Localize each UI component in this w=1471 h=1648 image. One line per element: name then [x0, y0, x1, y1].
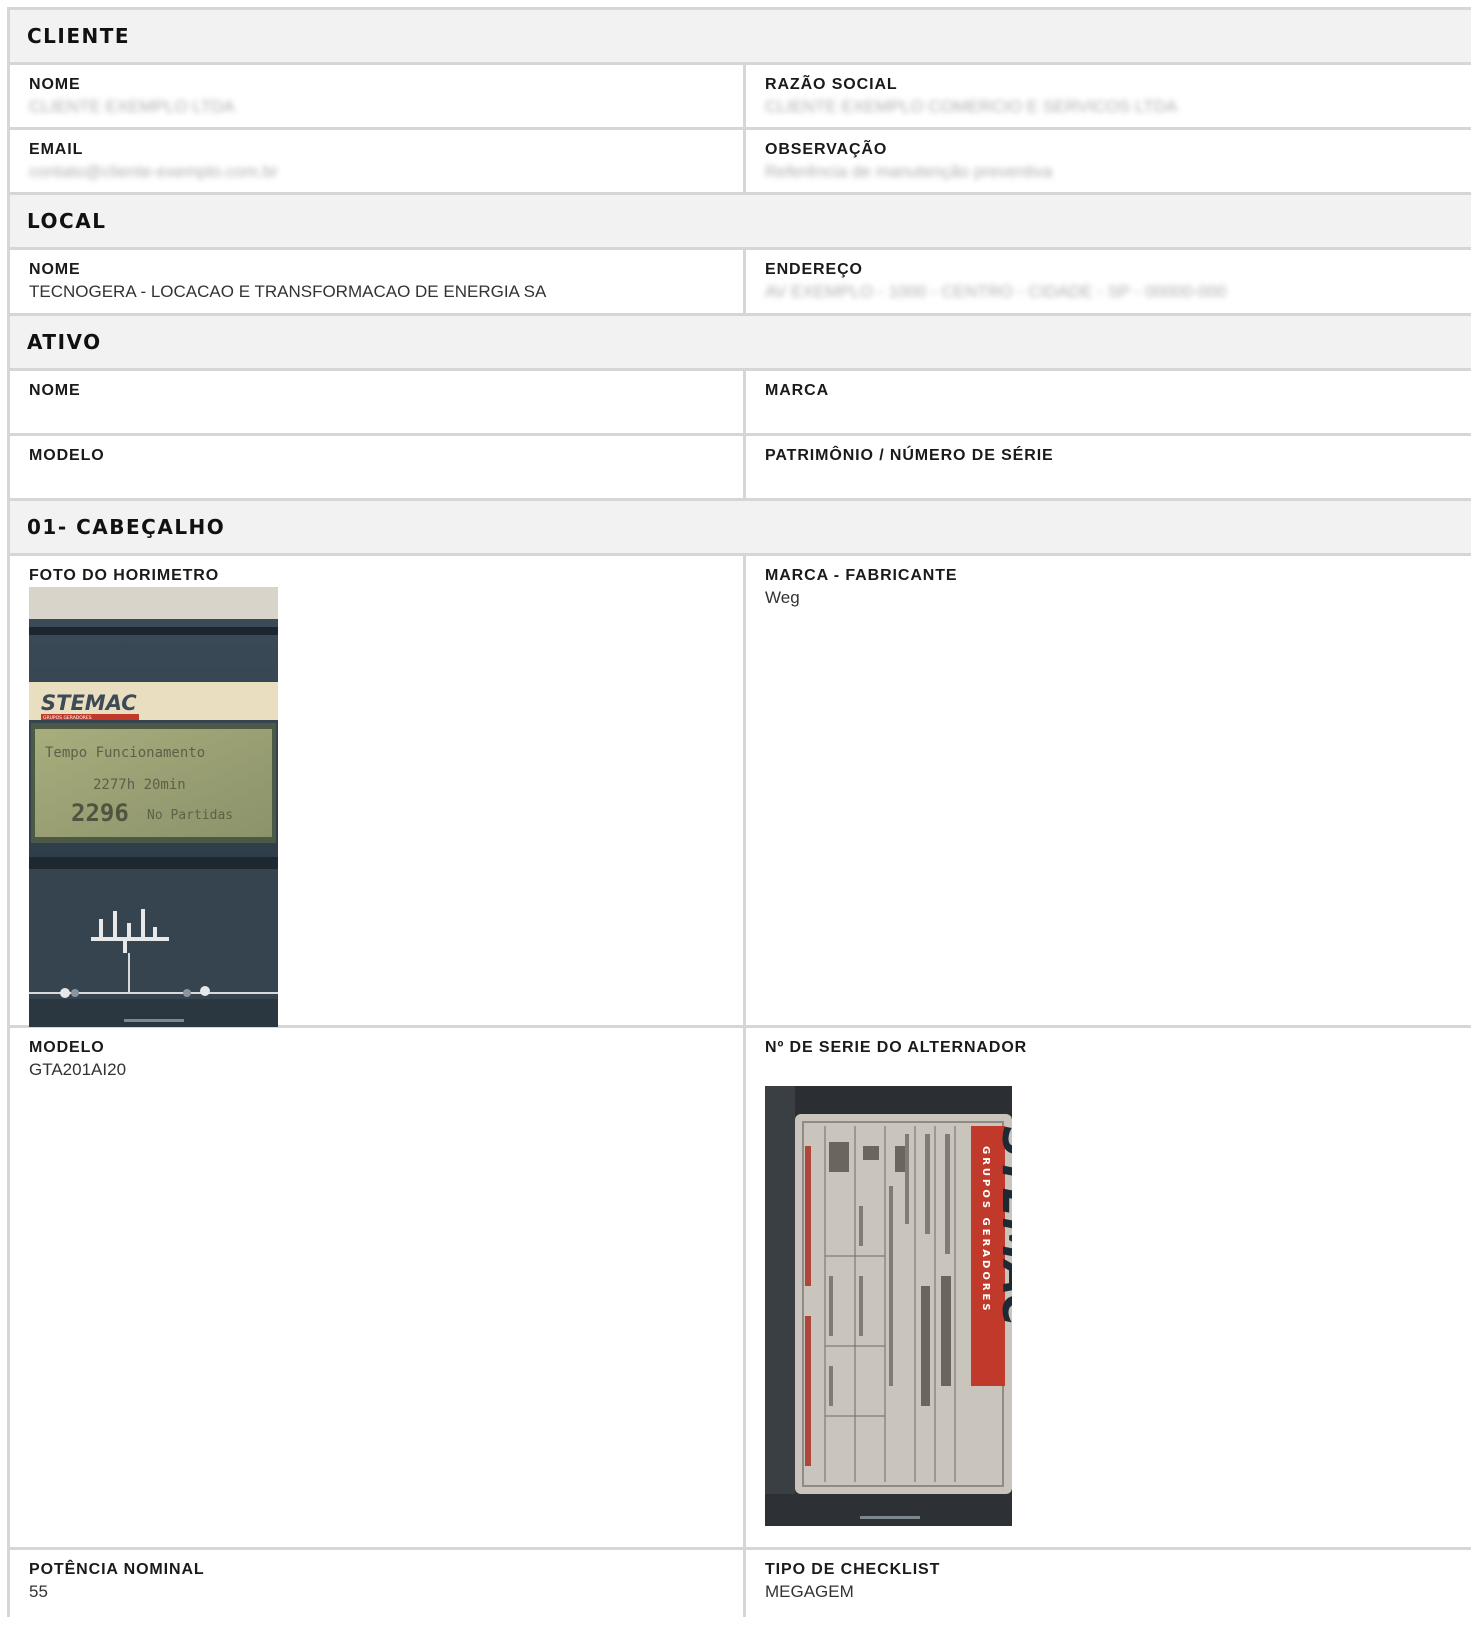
cliente-email-label: EMAIL — [29, 141, 84, 158]
ativo-marca-label: MARCA — [765, 382, 830, 399]
lcd-partidas-label: No Partidas — [147, 808, 233, 823]
cliente-razao-label: RAZÃO SOCIAL — [765, 76, 898, 93]
lcd-line-1: Tempo Funcionamento — [45, 745, 205, 761]
lcd-line-2: 2277h 20min — [93, 777, 186, 793]
checklist-report: CLIENTE NOME CLIENTE EXEMPLO LTDA RAZÃO … — [0, 0, 1471, 1648]
ativo-modelo-label: MODELO — [29, 447, 105, 464]
cliente-email-value: contato@cliente-exemplo.com.br — [29, 162, 278, 181]
plate-stemac-logo: STEMAC — [992, 1126, 1012, 1327]
serie-alternador-label: Nº DE SERIE DO ALTERNADOR — [765, 1039, 1028, 1056]
section-header-ativo: ATIVO — [7, 313, 1471, 368]
cliente-nome-value: CLIENTE EXEMPLO LTDA — [29, 97, 235, 116]
tipo-checklist-value: MEGAGEM — [765, 1582, 854, 1601]
tipo-checklist-label: TIPO DE CHECKLIST — [765, 1561, 941, 1578]
cabecalho-row-2: MODELO GTA201AI20 Nº DE SERIE DO ALTERNA… — [7, 1025, 1471, 1547]
section-header-cabecalho: 01- CABEÇALHO — [7, 498, 1471, 553]
local-endereco-value: AV EXEMPLO - 1000 - CENTRO - CIDADE - SP… — [765, 282, 1227, 301]
ativo-nome-cell: NOME — [7, 371, 743, 433]
modelo-label: MODELO — [29, 1039, 105, 1056]
foto-horimetro-label: FOTO DO HORIMETRO — [29, 567, 220, 584]
ativo-patrimonio-cell: PATRIMÔNIO / NÚMERO DE SÉRIE — [743, 436, 1471, 498]
serie-alternador-cell: Nº DE SERIE DO ALTERNADOR STEMAC GRUPOS … — [743, 1028, 1471, 1547]
local-nome-label: NOME — [29, 261, 81, 278]
modelo-cell: MODELO GTA201AI20 — [7, 1028, 743, 1547]
ativo-modelo-cell: MODELO — [7, 436, 743, 498]
hour-meter-photo[interactable]: STEMAC GRUPOS GERADORES Tempo Funcioname… — [29, 587, 743, 1027]
cliente-obs-cell: OBSERVAÇÃO Referência de manutenção prev… — [743, 130, 1471, 192]
svg-text:GRUPOS GERADORES: GRUPOS GERADORES — [43, 715, 92, 721]
potencia-value: 55 — [29, 1582, 48, 1601]
cabecalho-row-1: FOTO DO HORIMETRO STEMAC GRUPOS GERADORE… — [7, 553, 1471, 1027]
svg-text:GRUPOS GERADORES: GRUPOS GERADORES — [980, 1146, 991, 1314]
section-header-local: LOCAL — [7, 192, 1471, 247]
report-frame: CLIENTE NOME CLIENTE EXEMPLO LTDA RAZÃO … — [7, 7, 1471, 1617]
foto-horimetro-cell: FOTO DO HORIMETRO STEMAC GRUPOS GERADORE… — [7, 556, 743, 1027]
marca-fabricante-value: Weg — [765, 588, 800, 607]
cliente-razao-cell: RAZÃO SOCIAL CLIENTE EXEMPLO COMERCIO E … — [743, 65, 1471, 127]
marca-fabricante-label: MARCA - FABRICANTE — [765, 567, 958, 584]
cliente-row-2: EMAIL contato@cliente-exemplo.com.br OBS… — [7, 127, 1471, 192]
alternator-plate-photo[interactable]: STEMAC GRUPOS GERADORES — [765, 1086, 1471, 1526]
stemac-logo: STEMAC — [41, 691, 137, 715]
ativo-row-1: NOME MARCA — [7, 368, 1471, 433]
local-endereco-label: ENDEREÇO — [765, 261, 863, 278]
ativo-row-2: MODELO PATRIMÔNIO / NÚMERO DE SÉRIE — [7, 433, 1471, 498]
local-nome-value: TECNOGERA - LOCACAO E TRANSFORMACAO DE E… — [29, 282, 547, 301]
lcd-partidas-count: 2296 — [71, 799, 129, 827]
potencia-label: POTÊNCIA NOMINAL — [29, 1561, 205, 1578]
ativo-patrimonio-label: PATRIMÔNIO / NÚMERO DE SÉRIE — [765, 447, 1054, 464]
potencia-cell: POTÊNCIA NOMINAL 55 — [7, 1550, 743, 1617]
cliente-obs-value: Referência de manutenção preventiva — [765, 162, 1053, 181]
marca-fabricante-cell: MARCA - FABRICANTE Weg — [743, 556, 1471, 1025]
modelo-value: GTA201AI20 — [29, 1060, 127, 1079]
local-nome-cell: NOME TECNOGERA - LOCACAO E TRANSFORMACAO… — [7, 250, 743, 313]
local-row-1: NOME TECNOGERA - LOCACAO E TRANSFORMACAO… — [7, 247, 1471, 313]
cliente-obs-label: OBSERVAÇÃO — [765, 141, 888, 158]
section-header-cliente: CLIENTE — [7, 7, 1471, 62]
cabecalho-row-3: POTÊNCIA NOMINAL 55 TIPO DE CHECKLIST ME… — [7, 1547, 1471, 1617]
local-endereco-cell: ENDEREÇO AV EXEMPLO - 1000 - CENTRO - CI… — [743, 250, 1471, 313]
cliente-row-1: NOME CLIENTE EXEMPLO LTDA RAZÃO SOCIAL C… — [7, 62, 1471, 127]
tipo-checklist-cell: TIPO DE CHECKLIST MEGAGEM — [743, 1550, 1471, 1617]
cliente-razao-value: CLIENTE EXEMPLO COMERCIO E SERVICOS LTDA — [765, 97, 1178, 116]
ativo-nome-label: NOME — [29, 382, 81, 399]
cliente-email-cell: EMAIL contato@cliente-exemplo.com.br — [7, 130, 743, 192]
ativo-marca-cell: MARCA — [743, 371, 1471, 433]
cliente-nome-label: NOME — [29, 76, 81, 93]
cliente-nome-cell: NOME CLIENTE EXEMPLO LTDA — [7, 65, 743, 127]
